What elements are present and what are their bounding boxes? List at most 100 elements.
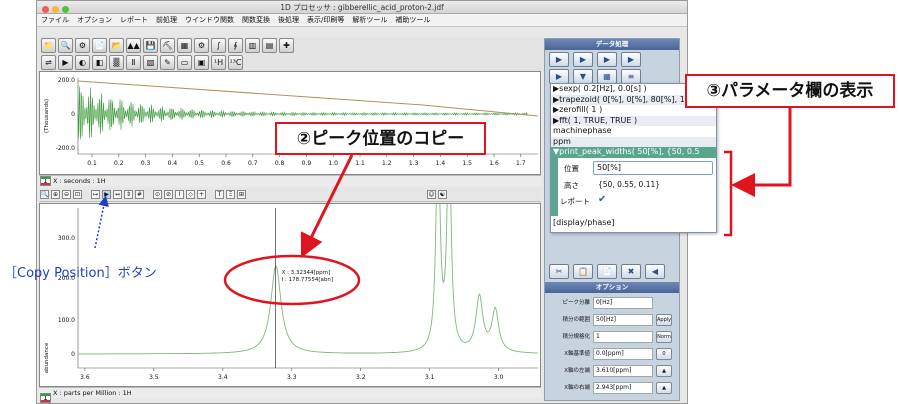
nav-button-1[interactable]: ▶ [573, 52, 593, 67]
toolbar-button-8[interactable]: ▦ [177, 38, 192, 53]
spectrum-tool-10[interactable]: ⊘ [164, 190, 173, 199]
option-button[interactable]: ▲ [656, 365, 672, 377]
position-input[interactable]: 50[%] [593, 160, 713, 175]
spectrum-tool-17[interactable]: ☺ [427, 190, 436, 199]
process-item[interactable]: ▶fft( 1, TRUE, TRUE ) [551, 115, 716, 126]
panel-tool-2[interactable]: 📄 [597, 264, 617, 279]
option-row: X軸基準値 0.0[ppm] 0 [548, 347, 678, 363]
toolbar2-button-11[interactable]: ¹³C [228, 55, 243, 70]
spectrum-tool-7[interactable]: ⇕ [124, 190, 133, 199]
toolbar-button-1[interactable]: 🔍 [58, 38, 73, 53]
toolbar2-button-8[interactable]: ▭ [177, 55, 192, 70]
nav2-button-2[interactable]: ▦ [597, 69, 617, 84]
toolbar2-button-4[interactable]: ▒ [109, 55, 124, 70]
spectrum-tool-2[interactable]: ⊖ [62, 190, 71, 199]
option-value-field[interactable]: 50[Hz] [593, 314, 653, 326]
spectrum-tool-3[interactable]: ⊡ [73, 190, 82, 199]
spectrum-tool-4[interactable]: ↦ [91, 190, 100, 199]
toolbar2-button-5[interactable]: Ⅱ [126, 55, 141, 70]
param-bracket [724, 150, 733, 237]
option-value-field[interactable]: 3.610[ppm] [593, 365, 653, 377]
nav-button-2[interactable]: ▶ [597, 52, 617, 67]
menu-item-1[interactable]: オプション [73, 14, 116, 27]
spectrum-tool-12[interactable]: ◇ [186, 190, 195, 199]
menu-item-7[interactable]: 表示/印刷等 [303, 14, 348, 27]
toolbar2-button-6[interactable]: ▧ [143, 55, 158, 70]
spectrum-tool-5[interactable]: ▶ [102, 190, 111, 199]
nav2-button-3[interactable]: ≡ [621, 69, 641, 84]
menu-item-3[interactable]: 前処理 [152, 14, 181, 27]
spectrum-tool-18[interactable]: ☯ [438, 190, 447, 199]
toolbar-button-0[interactable]: 📁 [41, 38, 56, 53]
spectrum-tool-11[interactable]: ⌇ [175, 190, 184, 199]
menu-item-4[interactable]: ウインドウ関数 [181, 14, 238, 27]
spectrum-tool-13[interactable]: + [197, 190, 206, 199]
process-item[interactable]: machinephase [551, 126, 716, 137]
process-footer[interactable]: [display/phase] [551, 218, 716, 229]
panel-nav-row-2: ▶ ▼ ▦ ≡ [545, 67, 679, 84]
option-button[interactable]: ▲ [656, 382, 672, 394]
fid-flag-icon[interactable]: 1 [40, 176, 51, 186]
minimize-icon[interactable] [52, 6, 59, 13]
option-value-field[interactable]: 1 [593, 331, 653, 343]
toolbar-button-5[interactable]: ▲▲ [126, 38, 141, 53]
nav-button-0[interactable]: ▶ [549, 52, 569, 67]
nav-button-3[interactable]: ▶ [621, 52, 641, 67]
spectrum-tool-8[interactable]: # [135, 190, 144, 199]
menu-item-9[interactable]: 補助ツール [391, 14, 434, 27]
panel-tool-1[interactable]: 📋 [573, 264, 593, 279]
toolbar2-button-3[interactable]: ◧ [92, 55, 107, 70]
spectrum-flag-icon[interactable]: 1 [40, 393, 51, 403]
menu-item-5[interactable]: 関数変換 [238, 14, 274, 27]
option-button[interactable]: Norm [656, 331, 672, 343]
menu-item-0[interactable]: ファイル [37, 14, 73, 27]
menu-item-2[interactable]: レポート [116, 14, 152, 27]
menu-item-6[interactable]: 後処理 [274, 14, 303, 27]
nav2-button-0[interactable]: ▶ [549, 69, 569, 84]
parameter-detail: 位置 50[%] 高さ {50, 0.55, 0.11} レポート ✔ [551, 157, 716, 216]
toolbar-button-4[interactable]: 📂 [109, 38, 124, 53]
report-checkbox[interactable]: ✔ [598, 194, 608, 205]
option-value-field[interactable]: 0.0[ppm] [593, 348, 653, 360]
toolbar-button-6[interactable]: 💾 [143, 38, 158, 53]
close-icon[interactable] [42, 6, 49, 13]
spectrum-tool-6[interactable]: ↔ [113, 190, 122, 199]
toolbar-button-13[interactable]: ▤ [262, 38, 277, 53]
toolbar-button-12[interactable]: ▥ [245, 38, 260, 53]
spectrum-tool-16[interactable]: ⊞ [237, 190, 246, 199]
option-button[interactable]: 0 [656, 348, 672, 360]
nav2-button-1[interactable]: ▼ [573, 69, 593, 84]
toolbar-button-14[interactable]: ✚ [279, 38, 294, 53]
option-value-field[interactable]: 0[Hz] [593, 297, 653, 309]
toolbar-button-10[interactable]: ∫ [211, 38, 226, 53]
toolbar2-button-7[interactable]: ✎ [160, 55, 175, 70]
panel-tool-0[interactable]: ✂ [549, 264, 569, 279]
zoom-icon[interactable] [62, 6, 69, 13]
toolbar2-button-10[interactable]: ¹H [211, 55, 226, 70]
toolbar-button-2[interactable]: ⚙ [75, 38, 90, 53]
spectrum-chart[interactable]: 300.0 200.0 100.0 0 abundance 3.6 3.5 3.4 3.3 3.2… [39, 203, 541, 387]
panel-tool-4[interactable]: ◀ [645, 264, 665, 279]
spectrum-tool-1[interactable]: ⊕ [51, 190, 60, 199]
toolbar-button-11[interactable]: ∮ [228, 38, 243, 53]
menu-item-8[interactable]: 解析ツール [348, 14, 391, 27]
toolbar-button-3[interactable]: 📄 [92, 38, 107, 53]
spectrum-status-bar: X : parts per Million : 1H [39, 387, 541, 398]
toolbar2-button-2[interactable]: ◐ [75, 55, 90, 70]
spectrum-tool-15[interactable]: Ξ [226, 190, 235, 199]
spectrum-tool-14[interactable]: T [215, 190, 224, 199]
fid-x-tick: 0.8 [275, 160, 285, 167]
toolbar2-button-0[interactable]: ⇌ [41, 55, 56, 70]
toolbar-button-9[interactable]: ⚙ [194, 38, 209, 53]
panel-tool-3[interactable]: ✖ [621, 264, 641, 279]
spectrum-tool-9[interactable]: ⊙ [153, 190, 162, 199]
toolbar-button-7[interactable]: ⛏ [160, 38, 175, 53]
toolbar2-button-1[interactable]: ▶ [58, 55, 73, 70]
process-item[interactable]: ▼print_peak_widths( 50[%], {50, 0.5 [551, 147, 716, 158]
toolbar2-button-9[interactable]: ▣ [194, 55, 209, 70]
spectrum-x-tick: 3.5 [149, 374, 159, 381]
process-item[interactable]: ppm [551, 136, 716, 147]
option-button[interactable]: Apply [656, 314, 672, 326]
option-value-field[interactable]: 2.943[ppm] [593, 382, 653, 394]
spectrum-tool-0[interactable]: 🔍 [40, 190, 49, 199]
